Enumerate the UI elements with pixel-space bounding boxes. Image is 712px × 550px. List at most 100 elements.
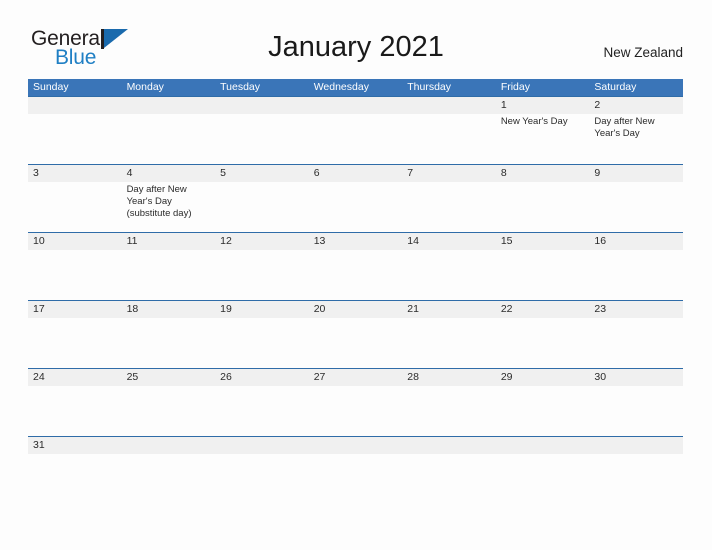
weekday-header-row: Sunday Monday Tuesday Wednesday Thursday Frid…	[28, 79, 683, 96]
day-number-3[interactable]: 3	[28, 165, 122, 182]
day-number-empty	[402, 437, 496, 454]
day-cell-15	[496, 250, 590, 300]
weekday-header-wednesday: Wednesday	[313, 81, 369, 93]
day-number-empty	[215, 97, 309, 114]
page-header: General Blue January 2021 New Zealand	[0, 0, 712, 79]
day-cell-empty	[122, 114, 216, 164]
day-number-27[interactable]: 27	[309, 369, 403, 386]
weekday-header-sunday: Sunday	[33, 81, 69, 93]
day-number-24[interactable]: 24	[28, 369, 122, 386]
week-day-numbers: 24 25 26 27 28 29 30	[28, 369, 683, 386]
day-cell-18	[122, 318, 216, 368]
day-cell-9	[589, 182, 683, 232]
calendar-page: General Blue January 2021 New Zealand Su…	[0, 0, 712, 550]
day-cell-17	[28, 318, 122, 368]
day-cell-3	[28, 182, 122, 232]
day-number-empty	[28, 97, 122, 114]
day-cell-23	[589, 318, 683, 368]
day-cell-10	[28, 250, 122, 300]
day-number-empty	[496, 437, 590, 454]
day-number-11[interactable]: 11	[122, 233, 216, 250]
day-number-28[interactable]: 28	[402, 369, 496, 386]
calendar-week-row: 31	[28, 436, 683, 454]
day-number-7[interactable]: 7	[402, 165, 496, 182]
day-number-23[interactable]: 23	[589, 301, 683, 318]
day-cell-21	[402, 318, 496, 368]
weekday-header-saturday: Saturday	[594, 81, 637, 93]
day-number-6[interactable]: 6	[309, 165, 403, 182]
day-cell-empty	[402, 114, 496, 164]
day-cell-19	[215, 318, 309, 368]
calendar-week-row: 3 4 5 6 7 8 9 Day after New Year's Day (substit…	[28, 164, 683, 232]
week-day-numbers: 17 18 19 20 21 22 23	[28, 301, 683, 318]
weekday-header-monday: Monday	[126, 81, 164, 93]
day-number-21[interactable]: 21	[402, 301, 496, 318]
day-number-empty	[309, 437, 403, 454]
day-number-26[interactable]: 26	[215, 369, 309, 386]
day-number-16[interactable]: 16	[589, 233, 683, 250]
week-event-area	[28, 250, 683, 300]
weekday-header-friday: Friday	[500, 81, 530, 93]
day-number-12[interactable]: 12	[215, 233, 309, 250]
day-number-30[interactable]: 30	[589, 369, 683, 386]
day-cell-11	[122, 250, 216, 300]
weekday-header-thursday: Thursday	[407, 81, 452, 93]
day-cell-2[interactable]: Day after New Year's Day	[589, 114, 683, 164]
day-cell-30	[589, 386, 683, 436]
day-cell-27	[309, 386, 403, 436]
calendar-week-row: 24 25 26 27 28 29 30	[28, 368, 683, 436]
calendar-week-row: 10 11 12 13 14 15 16	[28, 232, 683, 300]
holiday-label: Day after New Year's Day (substitute day…	[126, 184, 192, 219]
day-number-5[interactable]: 5	[215, 165, 309, 182]
day-number-17[interactable]: 17	[28, 301, 122, 318]
day-number-9[interactable]: 9	[589, 165, 683, 182]
day-number-18[interactable]: 18	[122, 301, 216, 318]
day-cell-4[interactable]: Day after New Year's Day (substitute day…	[122, 182, 216, 232]
week-day-numbers: 12	[28, 97, 683, 114]
day-number-14[interactable]: 14	[402, 233, 496, 250]
day-number-empty	[589, 437, 683, 454]
day-number-19[interactable]: 19	[215, 301, 309, 318]
day-number-13[interactable]: 13	[309, 233, 403, 250]
day-number-empty	[309, 97, 403, 114]
holiday-label: New Year's Day	[500, 116, 568, 127]
calendar-week-row: 1 2 New Year's Day Day after New Year's Day	[28, 96, 683, 164]
day-cell-empty	[309, 114, 403, 164]
day-cell-1[interactable]: New Year's Day	[496, 114, 590, 164]
day-cell-25	[122, 386, 216, 436]
week-event-area: Day after New Year's Day (substitute day…	[28, 182, 683, 232]
week-day-numbers: 31	[28, 437, 683, 454]
day-cell-22	[496, 318, 590, 368]
day-number-1[interactable]: 1	[496, 97, 590, 114]
day-cell-29	[496, 386, 590, 436]
day-number-25[interactable]: 25	[122, 369, 216, 386]
week-event-area	[28, 318, 683, 368]
day-cell-5	[215, 182, 309, 232]
day-number-8[interactable]: 8	[496, 165, 590, 182]
week-day-numbers: 3456789	[28, 165, 683, 182]
day-number-10[interactable]: 10	[28, 233, 122, 250]
day-cell-26	[215, 386, 309, 436]
day-number-4[interactable]: 4	[122, 165, 216, 182]
day-number-20[interactable]: 20	[309, 301, 403, 318]
day-cell-7	[402, 182, 496, 232]
holiday-label: Day after New Year's Day	[594, 116, 655, 139]
day-number-15[interactable]: 15	[496, 233, 590, 250]
calendar-weeks: 1 2 New Year's Day Day after New Year's Day…	[28, 96, 683, 454]
day-number-2[interactable]: 2	[589, 97, 683, 114]
calendar-grid: Sunday Monday Tuesday Wednesday Thursday Frid…	[28, 79, 683, 454]
country-label: New Zealand	[603, 45, 683, 60]
day-number-31[interactable]: 31	[28, 437, 122, 454]
day-number-empty	[122, 97, 216, 114]
day-cell-12	[215, 250, 309, 300]
week-event-area: New Year's Day Day after New Year's Day	[28, 114, 683, 164]
day-cell-empty	[215, 114, 309, 164]
day-number-empty	[215, 437, 309, 454]
day-cell-20	[309, 318, 403, 368]
day-number-29[interactable]: 29	[496, 369, 590, 386]
week-day-numbers: 10 11 12 13 14 15 16	[28, 233, 683, 250]
calendar-week-row: 17 18 19 20 21 22 23	[28, 300, 683, 368]
day-cell-empty	[28, 114, 122, 164]
day-cell-6	[309, 182, 403, 232]
day-number-22[interactable]: 22	[496, 301, 590, 318]
